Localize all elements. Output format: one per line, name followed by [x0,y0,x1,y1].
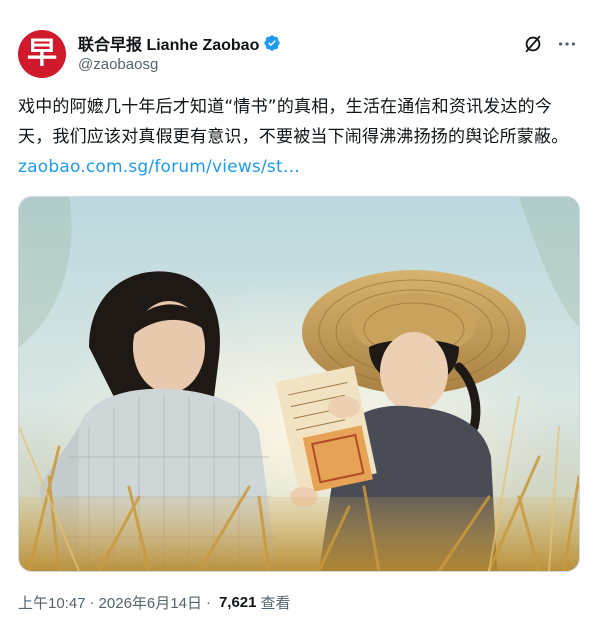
grok-slash-icon[interactable] [522,33,544,55]
meta-separator: · [89,594,95,611]
post-date[interactable]: 2026年6月14日 [99,592,202,613]
tweet-photo[interactable] [18,196,580,572]
more-dots-icon[interactable] [556,33,578,55]
tweet-meta: 上午10:47 · 2026年6月14日 · 7,621 查看 [18,592,291,613]
tweet-body: 戏中的阿嬷几十年后才知道“情书”的真相，生活在通信和资讯发达的今天，我们应该对真… [18,97,569,147]
avatar-glyph: 早 [27,36,57,71]
tweet-text: 戏中的阿嬷几十年后才知道“情书”的真相，生活在通信和资讯发达的今天，我们应该对真… [18,92,583,182]
tweet-card: 早 联合早报 Lianhe Zaobao @zaobaosg 戏中的阿嬷几十年后… [0,0,599,617]
meta-separator-2: · [205,594,211,611]
views-count: 7,621 [218,594,257,611]
display-name[interactable]: 联合早报 Lianhe Zaobao [78,31,259,55]
post-time[interactable]: 上午10:47 [18,592,86,613]
avatar[interactable]: 早 [18,30,66,78]
photo-two-women-reading-letter-in-field [19,197,579,571]
handle[interactable]: @zaobaosg [78,56,158,73]
tweet-link[interactable]: zaobao.com.sg/forum/views/st… [18,157,300,177]
verified-badge-icon [264,35,281,51]
views-label: 查看 [260,595,291,612]
name-row: 联合早报 Lianhe Zaobao [78,32,281,54]
